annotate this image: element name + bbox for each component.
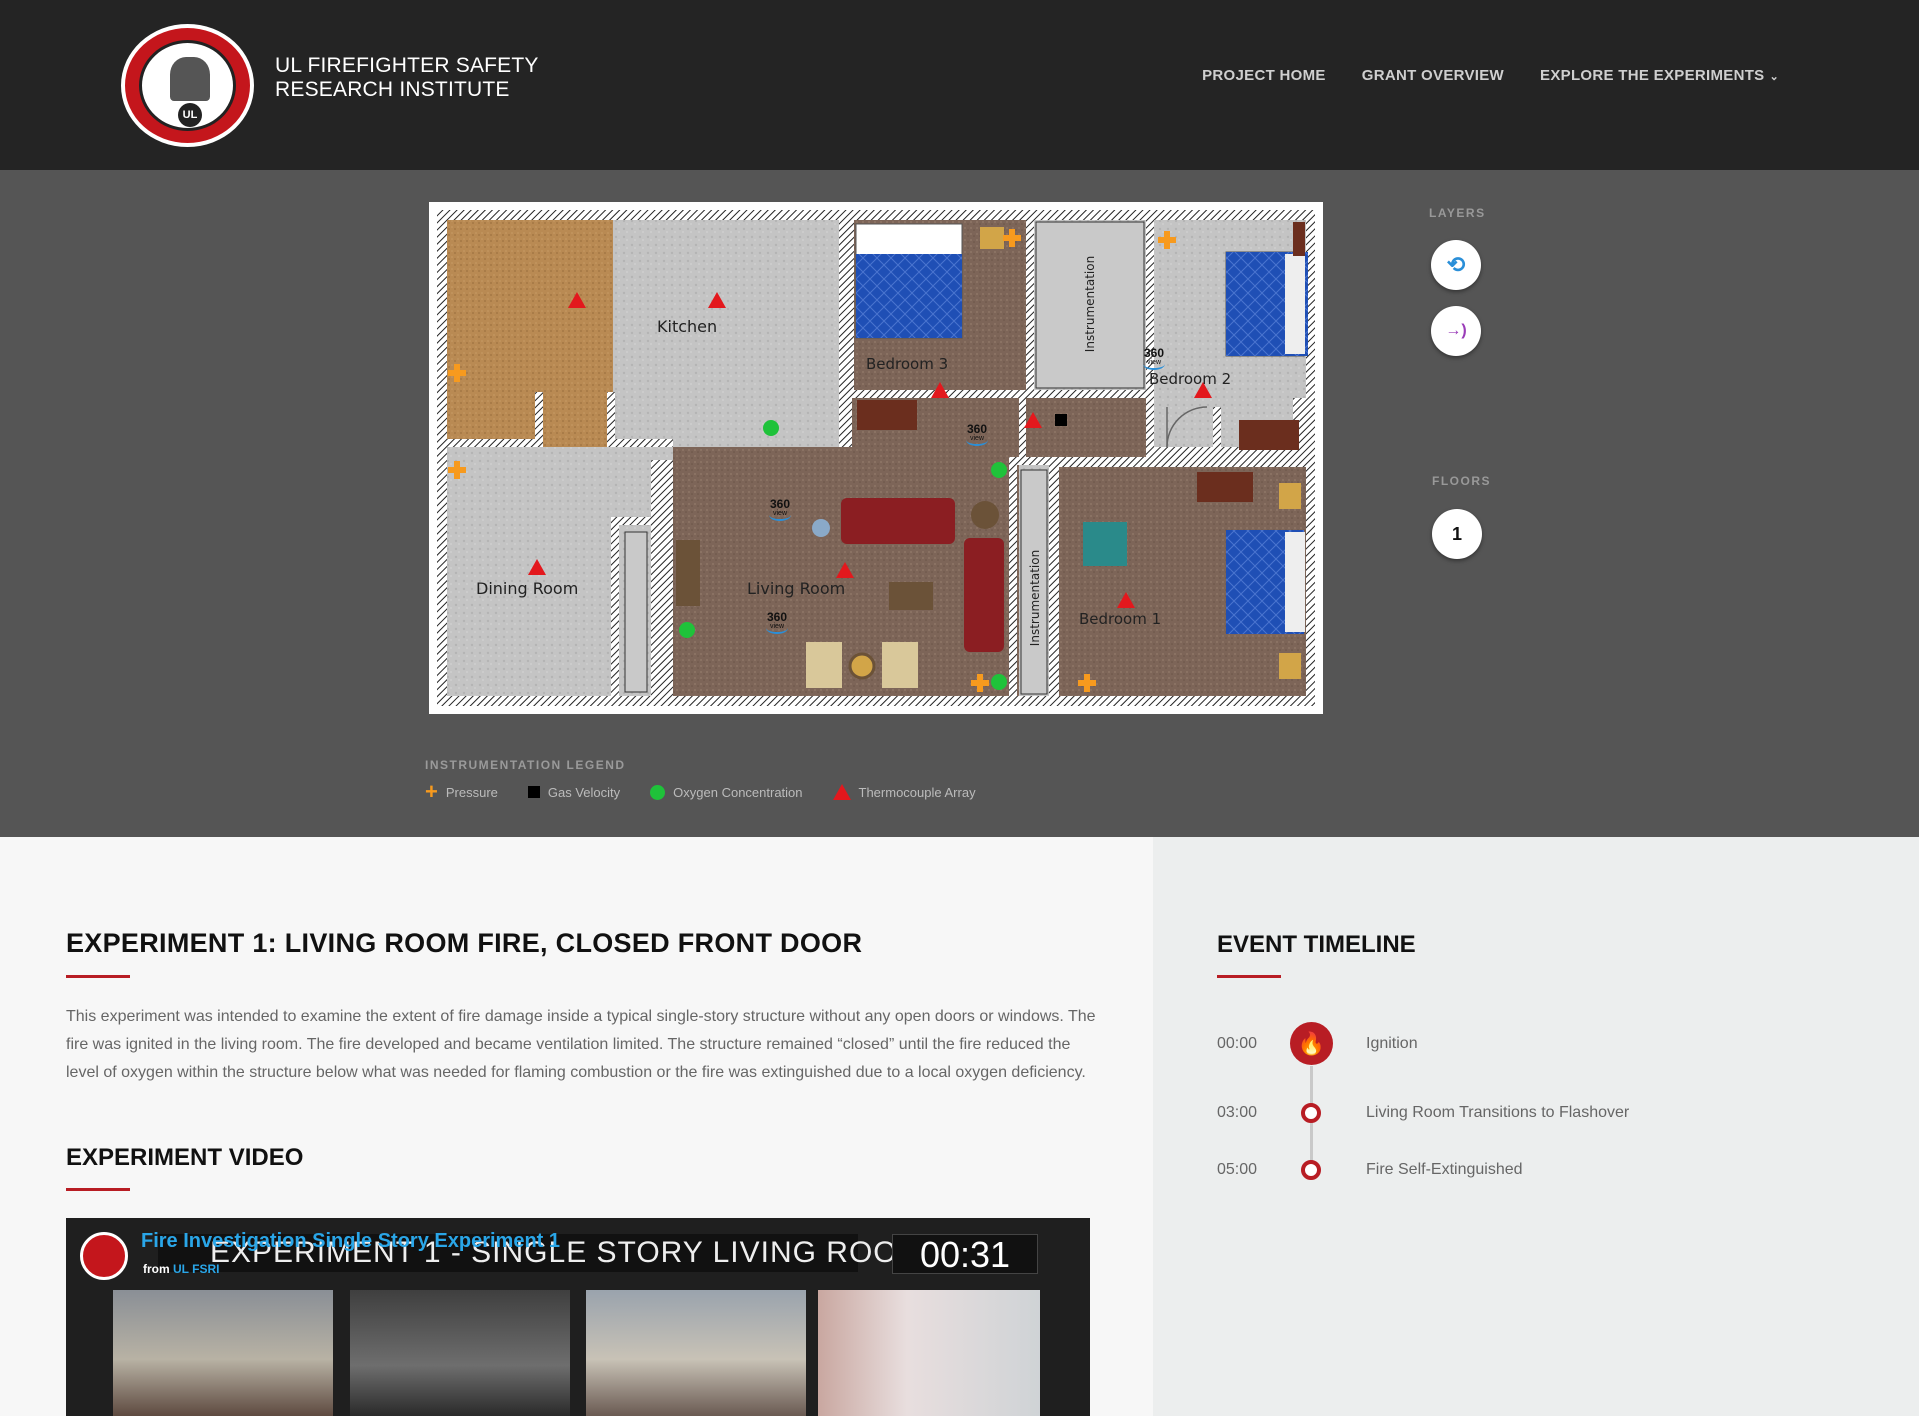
view-360-text: 360 (1143, 346, 1165, 360)
floor-1-button[interactable]: 1 (1432, 509, 1482, 559)
pressure-plus-icon: + (425, 779, 438, 804)
gas-velocity-square-icon (527, 786, 540, 798)
room-label-bedroom-3: Bedroom 3 (866, 355, 949, 373)
view-360-hallway[interactable]: 360 view (966, 422, 989, 446)
video-channel-link[interactable]: UL FSRI (173, 1262, 219, 1276)
room-label-bedroom-2: Bedroom 2 (1149, 370, 1232, 388)
legend-item-thermocouple: Thermocouple Array (832, 784, 976, 800)
floors-heading: FLOORS (1432, 474, 1491, 488)
video-heading-underline (66, 1188, 130, 1191)
timeline-dot-icon (1301, 1103, 1321, 1123)
rotate-360-icon: ⟲ (1446, 252, 1466, 277)
view-360-text: 360 (769, 497, 791, 511)
view-360-living-upper[interactable]: 360 view (769, 497, 792, 521)
instrumentation-legend: + Pressure Gas Velocity Oxygen Concentrat… (425, 779, 976, 804)
brand-line-2: RESEARCH INSTITUTE (275, 78, 510, 101)
nav-explore-experiments[interactable]: EXPLORE THE EXPERIMENTS ⌄ (1540, 67, 1779, 84)
experiment-title: EXPERIMENT 1: LIVING ROOM FIRE, CLOSED F… (66, 928, 863, 958)
layers-heading: LAYERS (1429, 206, 1486, 220)
logo-seal: UL (139, 40, 236, 131)
oxygen-dot-icon (650, 784, 666, 800)
legend-label: Thermocouple Array (858, 784, 976, 800)
sensor-signal-icon: →) (1445, 322, 1467, 339)
timeline-event: Fire Self-Extinguished (1366, 1161, 1523, 1178)
timeline-heading-underline (1217, 975, 1281, 978)
timeline-time: 00:00 (1217, 1035, 1258, 1052)
chevron-down-icon: ⌄ (1769, 71, 1779, 83)
floor-number: 1 (1451, 523, 1462, 544)
site-header: UL UL FIREFIGHTER SAFETY RESEARCH INSTIT… (0, 0, 1919, 170)
timeline-dot-icon (1301, 1160, 1321, 1180)
video-title-link[interactable]: Fire Investigation Single Story Experime… (141, 1230, 560, 1253)
legend-label: Oxygen Concentration (673, 784, 803, 800)
legend-item-oxygen: Oxygen Concentration (650, 784, 803, 800)
view-360-living-lower[interactable]: 360 view (766, 610, 789, 634)
nav-explore-label: EXPLORE THE EXPERIMENTS (1540, 67, 1765, 84)
room-label-instrumentation-bottom: Instrumentation (1028, 549, 1042, 647)
brand-line-1: UL FIREFIGHTER SAFETY (275, 54, 539, 77)
video-from: from UL FSRI (143, 1262, 219, 1276)
ul-fsri-logo[interactable]: UL (121, 24, 254, 147)
floor-plan[interactable]: Kitchen Bedroom 3 Bedroom 2 Dining Room … (429, 202, 1323, 714)
floorplan-section: Kitchen Bedroom 3 Bedroom 2 Dining Room … (0, 170, 1919, 837)
title-underline (66, 975, 130, 978)
legend-item-gas-velocity: Gas Velocity (527, 784, 621, 800)
video-frame-camera-1 (113, 1290, 333, 1416)
ul-mark-icon: UL (178, 103, 202, 127)
room-label-living-room: Living Room (747, 579, 846, 598)
brand-name[interactable]: UL FIREFIGHTER SAFETY RESEARCH INSTITUTE (275, 54, 539, 102)
room-label-bedroom-1: Bedroom 1 (1079, 610, 1162, 628)
thermocouple-triangle-icon (832, 784, 851, 800)
video-heading: EXPERIMENT VIDEO (66, 1144, 304, 1171)
nav-grant-overview[interactable]: GRANT OVERVIEW (1362, 67, 1504, 84)
video-clock: 00:31 (892, 1234, 1038, 1275)
video-from-prefix: from (143, 1262, 170, 1276)
room-label-instrumentation-top: Instrumentation (1083, 255, 1097, 353)
timeline-event: Ignition (1366, 1035, 1418, 1052)
view-360-text: 360 (766, 610, 788, 624)
nav-project-home[interactable]: PROJECT HOME (1202, 67, 1326, 84)
timeline-heading: EVENT TIMELINE (1217, 931, 1416, 958)
legend-label: Pressure (445, 784, 498, 800)
video-frame-camera-2 (350, 1290, 570, 1416)
experiment-description: This experiment was intended to examine … (66, 1008, 1096, 1081)
video-frame-camera-4 (818, 1290, 1040, 1416)
legend-heading: INSTRUMENTATION LEGEND (425, 758, 626, 772)
main-nav: PROJECT HOME GRANT OVERVIEW EXPLORE THE … (1202, 67, 1779, 84)
timeline-event: Living Room Transitions to Flashover (1366, 1104, 1630, 1121)
timeline-time: 05:00 (1217, 1161, 1258, 1178)
legend-label: Gas Velocity (547, 784, 621, 800)
experiment-video-player[interactable]: EXPERIMENT 1 - SINGLE STORY LIVING ROOM … (66, 1218, 1090, 1416)
room-label-dining-room: Dining Room (476, 579, 579, 598)
view-360-bedroom-2[interactable]: 360 view (1143, 346, 1166, 370)
fire-icon: 🔥 (1290, 1022, 1333, 1065)
legend-item-pressure: + Pressure (425, 779, 498, 804)
room-label-kitchen: Kitchen (657, 317, 718, 336)
timeline-time: 03:00 (1217, 1104, 1258, 1121)
view-360-text: 360 (966, 422, 988, 436)
layer-sensor-toggle[interactable]: →) (1431, 306, 1481, 356)
video-channel-logo[interactable] (80, 1232, 128, 1280)
video-frame-camera-3 (586, 1290, 806, 1416)
firefighter-figure-icon (170, 57, 210, 101)
timeline-sidebar (1153, 837, 1919, 1416)
floor-plan-drawing (437, 210, 1315, 706)
layer-360-toggle[interactable]: ⟲ (1431, 240, 1481, 290)
